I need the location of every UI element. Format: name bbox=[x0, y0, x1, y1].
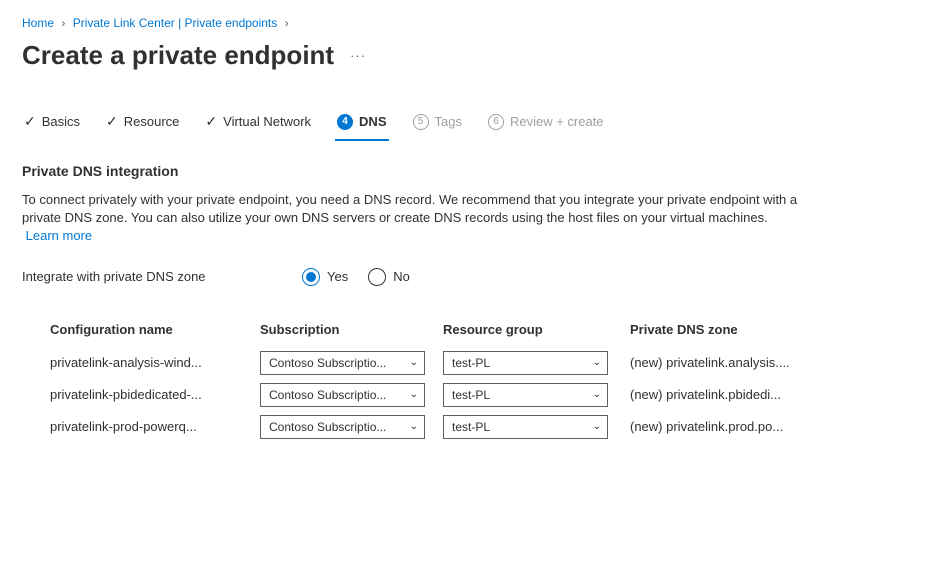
checkmark-icon: ✓ bbox=[24, 113, 36, 130]
header-subscription: Subscription bbox=[260, 322, 435, 337]
radio-yes[interactable]: Yes bbox=[302, 268, 348, 286]
chevron-down-icon: ⌄ bbox=[593, 357, 601, 368]
tab-basics[interactable]: ✓ Basics bbox=[22, 107, 82, 140]
checkmark-icon: ✓ bbox=[106, 113, 118, 130]
integrate-label: Integrate with private DNS zone bbox=[22, 269, 302, 284]
tab-label: Tags bbox=[435, 114, 462, 129]
checkmark-icon: ✓ bbox=[205, 113, 217, 130]
page-title: Create a private endpoint bbox=[22, 40, 334, 71]
radio-icon bbox=[302, 268, 320, 286]
resource-group-select[interactable]: test-PL ⌄ bbox=[443, 383, 608, 407]
select-value: Contoso Subscriptio... bbox=[269, 388, 386, 402]
select-value: Contoso Subscriptio... bbox=[269, 356, 386, 370]
private-dns-zone: (new) privatelink.prod.po... bbox=[630, 419, 921, 434]
radio-icon bbox=[368, 268, 386, 286]
tab-resource[interactable]: ✓ Resource bbox=[104, 107, 181, 140]
tab-label: Resource bbox=[124, 114, 180, 129]
breadcrumb: Home › Private Link Center | Private end… bbox=[22, 16, 921, 30]
config-name: privatelink-prod-powerq... bbox=[50, 419, 260, 434]
section-description: To connect privately with your private e… bbox=[22, 191, 802, 246]
config-name: privatelink-analysis-wind... bbox=[50, 355, 260, 370]
tab-virtual-network[interactable]: ✓ Virtual Network bbox=[203, 107, 313, 140]
header-resource-group: Resource group bbox=[443, 322, 618, 337]
integrate-row: Integrate with private DNS zone Yes No bbox=[22, 268, 921, 286]
subscription-select[interactable]: Contoso Subscriptio... ⌄ bbox=[260, 415, 425, 439]
integrate-radio-group: Yes No bbox=[302, 268, 410, 286]
chevron-down-icon: ⌄ bbox=[593, 389, 601, 400]
header-config-name: Configuration name bbox=[50, 322, 260, 337]
step-number-icon: 5 bbox=[413, 114, 429, 130]
table-row: privatelink-pbidedicated-... Contoso Sub… bbox=[50, 379, 921, 411]
tab-label: Basics bbox=[42, 114, 80, 129]
config-name: privatelink-pbidedicated-... bbox=[50, 387, 260, 402]
config-table: Configuration name Subscription Resource… bbox=[50, 314, 921, 443]
radio-yes-label: Yes bbox=[327, 269, 348, 284]
select-value: test-PL bbox=[452, 420, 490, 434]
tab-review-create[interactable]: 6 Review + create bbox=[486, 108, 606, 140]
subscription-select[interactable]: Contoso Subscriptio... ⌄ bbox=[260, 383, 425, 407]
more-menu-icon[interactable]: ··· bbox=[350, 48, 366, 63]
tab-label: Virtual Network bbox=[223, 114, 311, 129]
chevron-down-icon: ⌄ bbox=[410, 389, 418, 400]
chevron-down-icon: ⌄ bbox=[593, 421, 601, 432]
breadcrumb-home[interactable]: Home bbox=[22, 16, 54, 30]
chevron-down-icon: ⌄ bbox=[410, 421, 418, 432]
tab-tags[interactable]: 5 Tags bbox=[411, 108, 464, 140]
select-value: test-PL bbox=[452, 356, 490, 370]
wizard-tabs: ✓ Basics ✓ Resource ✓ Virtual Network 4 … bbox=[22, 107, 921, 141]
breadcrumb-private-link-center[interactable]: Private Link Center | Private endpoints bbox=[73, 16, 278, 30]
resource-group-select[interactable]: test-PL ⌄ bbox=[443, 415, 608, 439]
tab-label: Review + create bbox=[510, 114, 604, 129]
tab-dns[interactable]: 4 DNS bbox=[335, 108, 388, 140]
select-value: test-PL bbox=[452, 388, 490, 402]
private-dns-zone: (new) privatelink.analysis.... bbox=[630, 355, 921, 370]
table-header: Configuration name Subscription Resource… bbox=[50, 314, 921, 347]
table-row: privatelink-analysis-wind... Contoso Sub… bbox=[50, 347, 921, 379]
step-number-icon: 6 bbox=[488, 114, 504, 130]
table-row: privatelink-prod-powerq... Contoso Subsc… bbox=[50, 411, 921, 443]
radio-no[interactable]: No bbox=[368, 268, 410, 286]
subscription-select[interactable]: Contoso Subscriptio... ⌄ bbox=[260, 351, 425, 375]
section-heading: Private DNS integration bbox=[22, 163, 921, 179]
select-value: Contoso Subscriptio... bbox=[269, 420, 386, 434]
header-private-dns-zone: Private DNS zone bbox=[630, 322, 921, 337]
page-title-row: Create a private endpoint ··· bbox=[22, 40, 921, 71]
chevron-right-icon: › bbox=[285, 16, 289, 30]
tab-label: DNS bbox=[359, 114, 386, 129]
resource-group-select[interactable]: test-PL ⌄ bbox=[443, 351, 608, 375]
step-number-icon: 4 bbox=[337, 114, 353, 130]
chevron-right-icon: › bbox=[61, 16, 65, 30]
radio-no-label: No bbox=[393, 269, 410, 284]
private-dns-zone: (new) privatelink.pbidedi... bbox=[630, 387, 921, 402]
learn-more-link[interactable]: Learn more bbox=[26, 228, 92, 243]
chevron-down-icon: ⌄ bbox=[410, 357, 418, 368]
description-text: To connect privately with your private e… bbox=[22, 192, 797, 225]
